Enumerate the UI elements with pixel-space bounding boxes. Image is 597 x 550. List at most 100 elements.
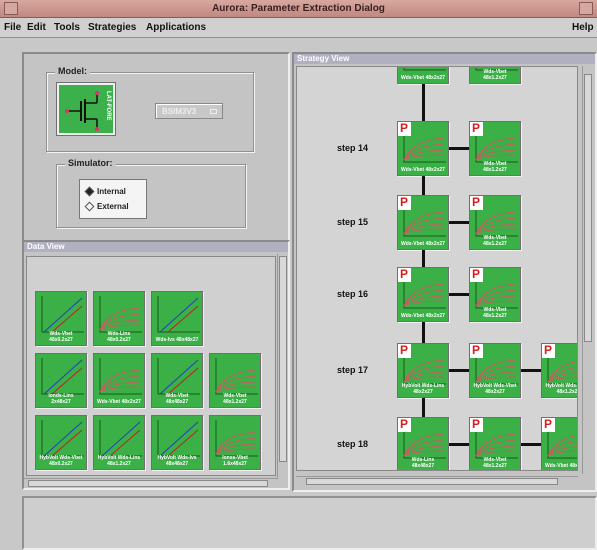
- strategy-node[interactable]: Wds-Vbet 48x1.2x27 P: [469, 417, 521, 470]
- data-thumbnail[interactable]: Ionds-Lins 2x48x27: [35, 353, 87, 408]
- thumb-label: Wds-Vbet 48x2x27: [545, 463, 578, 469]
- thumb-label: HybVolt Wds-Vbet 48x1.2x2: [545, 383, 578, 395]
- step-connector: [449, 147, 469, 150]
- window-maximize-button[interactable]: [579, 2, 593, 15]
- window-title: Aurora: Parameter Extraction Dialog: [212, 3, 385, 14]
- thumb-label: Wds-Lins 48x0.2x27: [107, 331, 131, 343]
- menu-bar: File Edit Tools Strategies Applications …: [0, 18, 597, 38]
- strategy-node[interactable]: HybVolt Wds-Vbet 48x1.2x2 P: [541, 343, 578, 398]
- thumb-label: Ionds-Lins 2x48x27: [48, 393, 74, 405]
- thumb-label: Wds-Vbet 48x2x27: [97, 399, 141, 405]
- data-view-vscroll[interactable]: [277, 254, 288, 479]
- transistor-icon[interactable]: LAT-FORE: [56, 82, 116, 136]
- data-view-panel: Data View Wds-Vbet 48x0.2x27 Wds-Lins 48x…: [22, 240, 290, 490]
- thumb-label: HybVolt Wds-Ivs 48x48x27: [157, 455, 197, 467]
- data-thumbnail[interactable]: Wds-Ivs 48x48x27: [151, 291, 203, 346]
- strategy-node[interactable]: Wds-Vbet 48x2x27 P: [397, 121, 449, 176]
- data-view-hscroll-thumb[interactable]: [28, 480, 268, 487]
- data-view-vscroll-thumb[interactable]: [279, 256, 287, 462]
- data-thumbnail[interactable]: Wds-Vbet 48x2x27: [93, 353, 145, 408]
- data-view-title: Data View: [24, 242, 288, 252]
- step-connector: [449, 443, 469, 446]
- step-connector: [521, 369, 541, 372]
- data-view-hscroll[interactable]: [24, 478, 278, 488]
- thumb-label: Wds-Vbet 48x2x27: [401, 313, 445, 319]
- status-area: [22, 496, 597, 550]
- thumb-label: HybVolt Wds-Lins 48x2x27: [401, 383, 445, 395]
- strategy-node[interactable]: Wds-Vbet 48x1.2x27 P: [469, 121, 521, 176]
- strategy-view-panel: Strategy View step 13Wds-Vbet 48x2x27Wds…: [292, 52, 597, 492]
- data-thumbnail[interactable]: HybVolt Wds-Ivs 48x48x27: [151, 415, 203, 470]
- strategy-node[interactable]: Wds-Vbet 48x2x27 P: [541, 417, 578, 470]
- p-badge: P: [398, 122, 411, 136]
- data-thumbnail[interactable]: Wds-Vbet 48x48x27: [151, 353, 203, 408]
- thumb-label: Wds-Vbet 48x2x27: [401, 75, 445, 81]
- step-label: step 18: [337, 439, 369, 449]
- thumb-label: HybVolt Wds-Lins 48x1.2x27: [97, 455, 141, 467]
- strategy-vscroll[interactable]: [582, 66, 593, 474]
- data-thumbnail[interactable]: Wds-Vbet 48x1.2x27: [209, 353, 261, 408]
- menu-applications[interactable]: Applications: [146, 22, 206, 33]
- step-label: step 17: [337, 365, 369, 375]
- thumb-label: Wds-Vbet 48x48x27: [165, 393, 189, 405]
- p-badge: P: [542, 344, 555, 358]
- strategy-node[interactable]: HybVolt Wds-Vbet 48x2x27 P: [469, 343, 521, 398]
- step-connector: [422, 84, 425, 121]
- strategy-node[interactable]: Wds-Vbet 48x2x27: [397, 67, 449, 84]
- data-thumbnail[interactable]: HybVolt Wds-Vbet 48x0.2x27: [35, 415, 87, 470]
- radio-internal[interactable]: Internal: [84, 186, 126, 197]
- strategy-hscroll-thumb[interactable]: [306, 478, 558, 485]
- dropdown-arrow-icon: [210, 109, 217, 114]
- thumb-label: Wds-Vbet 48x1.2x27: [483, 457, 507, 469]
- data-thumbnail[interactable]: Wds-Lins 48x0.2x27: [93, 291, 145, 346]
- menu-tools[interactable]: Tools: [54, 22, 80, 33]
- strategy-canvas: step 13Wds-Vbet 48x2x27Wds-Vbet 48x1.2x2…: [296, 66, 578, 471]
- strategy-node[interactable]: Wds-Vbet 48x2x27 P: [397, 195, 449, 250]
- strategy-node[interactable]: Wds-Vbet 48x1.2x27: [469, 67, 521, 84]
- simulator-label: Simulator:: [65, 158, 116, 168]
- data-thumbnail[interactable]: Wds-Vbet 48x0.2x27: [35, 291, 87, 346]
- step-connector: [422, 398, 425, 417]
- thumb-label: HybVolt Wds-Vbet 48x2x27: [473, 383, 517, 395]
- model-select[interactable]: BSIM3V3: [155, 103, 223, 119]
- step-connector: [422, 250, 425, 267]
- menu-edit[interactable]: Edit: [27, 22, 46, 33]
- simulator-radio-box: Internal External: [79, 179, 147, 219]
- radio-selected-icon: [84, 186, 95, 197]
- step-connector: [422, 322, 425, 343]
- radio-unselected-icon: [84, 201, 95, 212]
- thumb-label: Wds-Vbet 48x1.2x27: [483, 161, 507, 173]
- simulator-group: Simulator: Internal External: [56, 158, 246, 228]
- p-badge: P: [470, 122, 483, 136]
- p-badge: P: [470, 196, 483, 210]
- thumb-label: Ionss-Vbet 1.6x48x27: [222, 455, 248, 467]
- strategy-node[interactable]: HybVolt Wds-Lins 48x2x27 P: [397, 343, 449, 398]
- data-thumbnail[interactable]: Ionss-Vbet 1.6x48x27: [209, 415, 261, 470]
- model-label: Model:: [55, 66, 90, 76]
- step-connector: [422, 176, 425, 195]
- radio-external[interactable]: External: [84, 201, 129, 212]
- strategy-node[interactable]: Wds-Vbet 48x2x27 P: [397, 267, 449, 322]
- p-badge: P: [398, 196, 411, 210]
- p-badge: P: [398, 418, 411, 432]
- radio-external-label: External: [97, 202, 129, 211]
- p-badge: P: [398, 268, 411, 282]
- window-title-bar[interactable]: Aurora: Parameter Extraction Dialog: [0, 0, 597, 18]
- p-badge: P: [542, 418, 555, 432]
- strategy-node[interactable]: Wds-Vbet 48x1.2x27 P: [469, 195, 521, 250]
- data-thumbnail[interactable]: HybVolt Wds-Lins 48x1.2x27: [93, 415, 145, 470]
- p-badge: P: [470, 418, 483, 432]
- menu-file[interactable]: File: [4, 22, 21, 33]
- thumb-label: Wds-Vbet 48x0.2x27: [49, 331, 73, 343]
- menu-strategies[interactable]: Strategies: [88, 22, 136, 33]
- thumb-label: Wds-Ivs 48x48x27: [155, 337, 199, 343]
- thumb-label: HybVolt Wds-Vbet 48x0.2x27: [39, 455, 83, 467]
- strategy-node[interactable]: Wds-Vbet 48x1.2x27 P: [469, 267, 521, 322]
- strategy-hscroll[interactable]: [296, 476, 578, 486]
- thumb-label: Wds-Vbet 48x1.2x27: [483, 307, 507, 319]
- menu-help[interactable]: Help: [572, 22, 594, 33]
- p-badge: P: [470, 344, 483, 358]
- strategy-node[interactable]: Wds-Lins 48x48x27 P: [397, 417, 449, 470]
- strategy-view-title: Strategy View: [294, 54, 595, 64]
- strategy-vscroll-thumb[interactable]: [584, 74, 592, 342]
